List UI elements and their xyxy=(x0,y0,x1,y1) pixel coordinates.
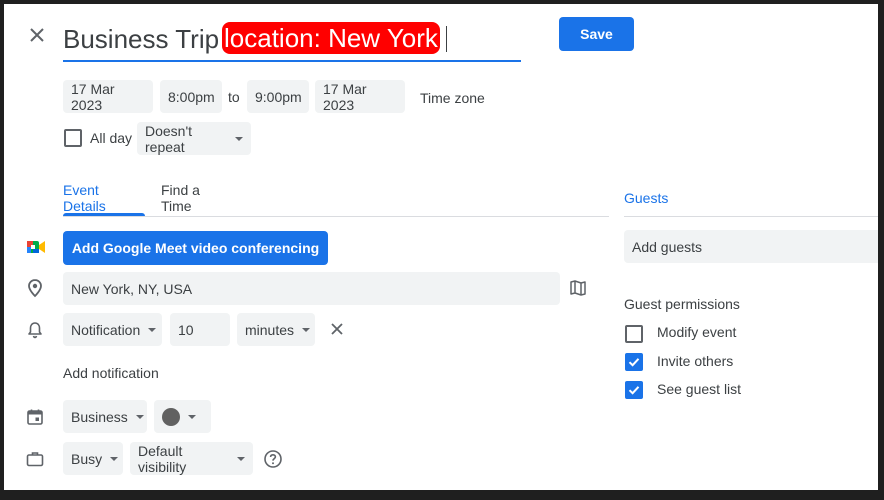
end-time-chip[interactable]: 9:00pm xyxy=(247,80,309,113)
notification-type-dropdown[interactable]: Notification xyxy=(63,313,162,346)
guests-divider xyxy=(624,216,878,217)
tab-find-a-time[interactable]: Find a Time xyxy=(161,182,233,214)
notification-type-value: Notification xyxy=(71,321,141,338)
start-date-chip[interactable]: 17 Mar 2023 xyxy=(63,80,153,113)
modify-event-checkbox[interactable] xyxy=(625,325,643,343)
color-swatch xyxy=(162,407,180,426)
notification-unit-value: minutes xyxy=(245,321,295,338)
repeat-dropdown[interactable]: Doesn't repeat xyxy=(137,122,251,155)
bell-icon xyxy=(26,320,44,340)
visibility-dropdown[interactable]: Default visibility xyxy=(130,442,253,475)
invite-others-label: Invite others xyxy=(657,353,734,369)
location-pin-icon xyxy=(26,278,44,298)
chevron-down-icon xyxy=(235,136,243,141)
guest-permissions-title: Guest permissions xyxy=(624,296,740,312)
chevron-down-icon xyxy=(135,414,144,419)
time-zone-link[interactable]: Time zone xyxy=(420,81,485,114)
location-input[interactable]: New York, NY, USA xyxy=(63,272,560,305)
all-day-checkbox[interactable] xyxy=(64,129,82,147)
add-meet-button[interactable]: Add Google Meet video conferencing xyxy=(63,231,328,265)
see-guest-list-checkbox[interactable] xyxy=(625,381,643,399)
modify-event-label: Modify event xyxy=(657,324,737,340)
tab-guests[interactable]: Guests xyxy=(624,184,672,212)
event-editor: Business Trip location: New York Save 17… xyxy=(4,4,878,490)
chevron-down-icon xyxy=(110,456,119,461)
notification-unit-dropdown[interactable]: minutes xyxy=(237,313,315,346)
event-color-dropdown[interactable] xyxy=(154,400,211,433)
see-guest-list-label: See guest list xyxy=(657,381,742,397)
invite-others-checkbox[interactable] xyxy=(625,353,643,371)
text-cursor xyxy=(446,26,447,52)
tab-event-details[interactable]: Event Details xyxy=(63,182,145,214)
map-icon[interactable] xyxy=(569,279,587,297)
remove-notification-icon[interactable] xyxy=(329,321,345,337)
close-icon[interactable] xyxy=(24,22,50,48)
notification-amount-input[interactable]: 10 xyxy=(170,313,230,346)
chevron-down-icon xyxy=(302,327,311,332)
save-button[interactable]: Save xyxy=(559,17,634,51)
calendar-icon xyxy=(26,408,44,426)
help-icon[interactable] xyxy=(263,449,283,469)
availability-dropdown[interactable]: Busy xyxy=(63,442,123,475)
start-time-chip[interactable]: 8:00pm xyxy=(160,80,222,113)
chevron-down-icon xyxy=(188,414,196,419)
all-day-label: All day xyxy=(90,130,133,146)
title-highlight: location: New York xyxy=(222,22,440,54)
tabs-divider xyxy=(63,216,609,217)
to-label: to xyxy=(228,88,240,105)
end-date-chip[interactable]: 17 Mar 2023 xyxy=(315,80,405,113)
add-guests-input[interactable]: Add guests xyxy=(624,230,878,263)
availability-value: Busy xyxy=(71,450,103,467)
chevron-down-icon xyxy=(237,456,245,461)
add-notification-link[interactable]: Add notification xyxy=(63,365,159,381)
title-input[interactable]: Business Trip location: New York xyxy=(63,19,521,62)
calendar-name: Business xyxy=(71,408,128,425)
calendar-dropdown[interactable]: Business xyxy=(63,400,147,433)
title-text: Business Trip xyxy=(63,24,220,54)
google-meet-icon xyxy=(26,238,46,256)
visibility-value: Default visibility xyxy=(138,442,187,475)
chevron-down-icon xyxy=(148,327,157,332)
repeat-value: Doesn't repeat xyxy=(145,122,193,155)
briefcase-icon xyxy=(26,450,44,468)
